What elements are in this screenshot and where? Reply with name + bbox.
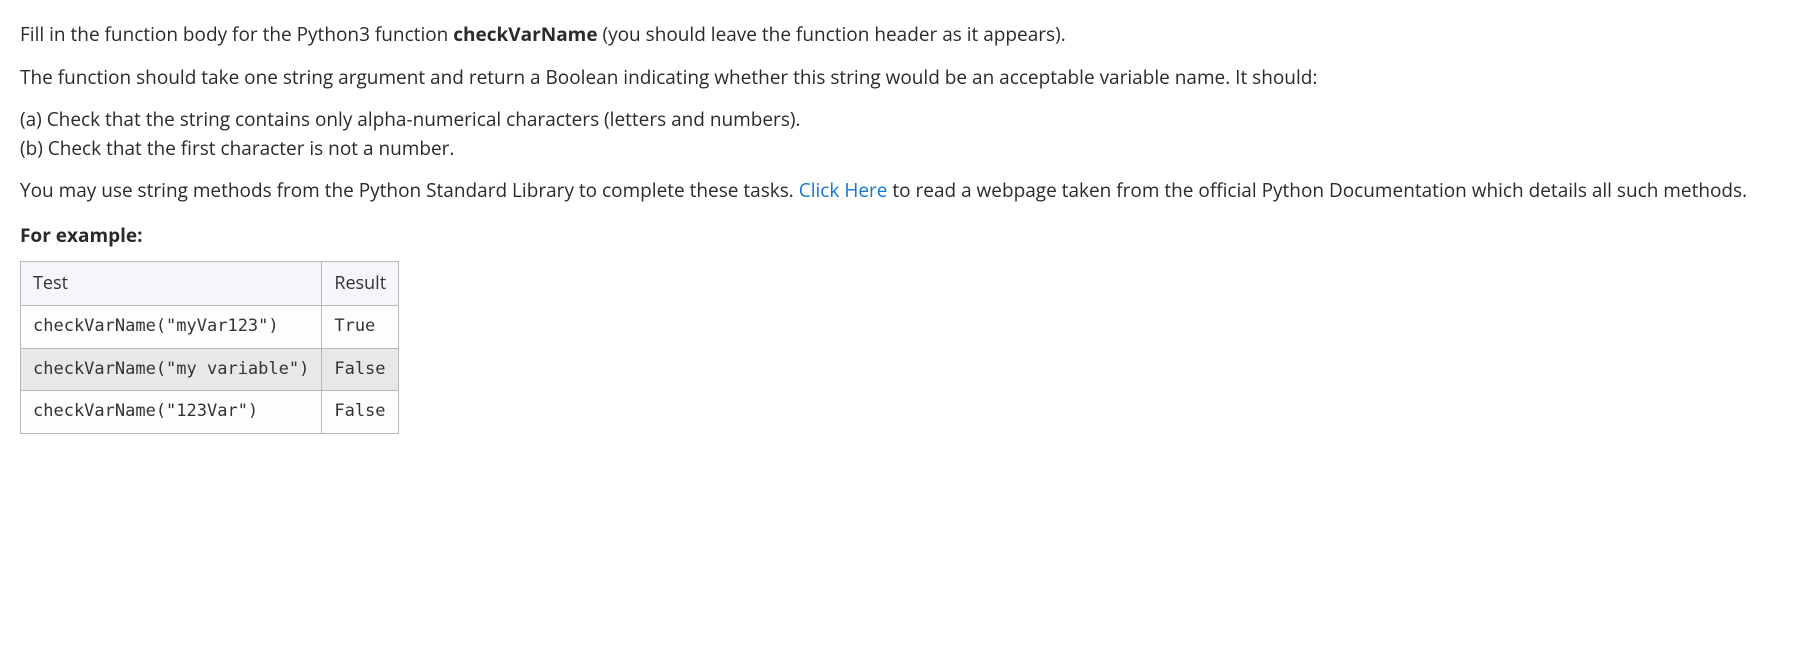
question-content: Fill in the function body for the Python…: [20, 20, 1780, 434]
example-label: For example:: [20, 221, 1780, 250]
intro-pre-text: Fill in the function body for the Python…: [20, 21, 453, 47]
cell-result: False: [322, 348, 399, 391]
table-header-row: Test Result: [21, 262, 399, 306]
table-row: checkVarName("123Var") False: [21, 391, 399, 434]
example-table: Test Result checkVarName("myVar123") Tru…: [20, 261, 399, 434]
methods-post-text: to read a webpage taken from the officia…: [887, 177, 1747, 203]
table-row: checkVarName("myVar123") True: [21, 306, 399, 349]
function-name: checkVarName: [453, 21, 597, 47]
criteria-list: (a) Check that the string contains only …: [20, 105, 1780, 162]
cell-test: checkVarName("123Var"): [21, 391, 322, 434]
methods-paragraph: You may use string methods from the Pyth…: [20, 176, 1780, 205]
header-test: Test: [21, 262, 322, 306]
cell-result: False: [322, 391, 399, 434]
cell-test: checkVarName("my variable"): [21, 348, 322, 391]
methods-pre-text: You may use string methods from the Pyth…: [20, 177, 799, 203]
header-result: Result: [322, 262, 399, 306]
table-row: checkVarName("my variable") False: [21, 348, 399, 391]
click-here-link[interactable]: Click Here: [799, 177, 888, 203]
criteria-b: (b) Check that the first character is no…: [20, 134, 1780, 163]
intro-paragraph: Fill in the function body for the Python…: [20, 20, 1780, 49]
cell-test: checkVarName("myVar123"): [21, 306, 322, 349]
criteria-a: (a) Check that the string contains only …: [20, 105, 1780, 134]
cell-result: True: [322, 306, 399, 349]
intro-post-text: (you should leave the function header as…: [598, 21, 1066, 47]
description-paragraph: The function should take one string argu…: [20, 63, 1780, 92]
